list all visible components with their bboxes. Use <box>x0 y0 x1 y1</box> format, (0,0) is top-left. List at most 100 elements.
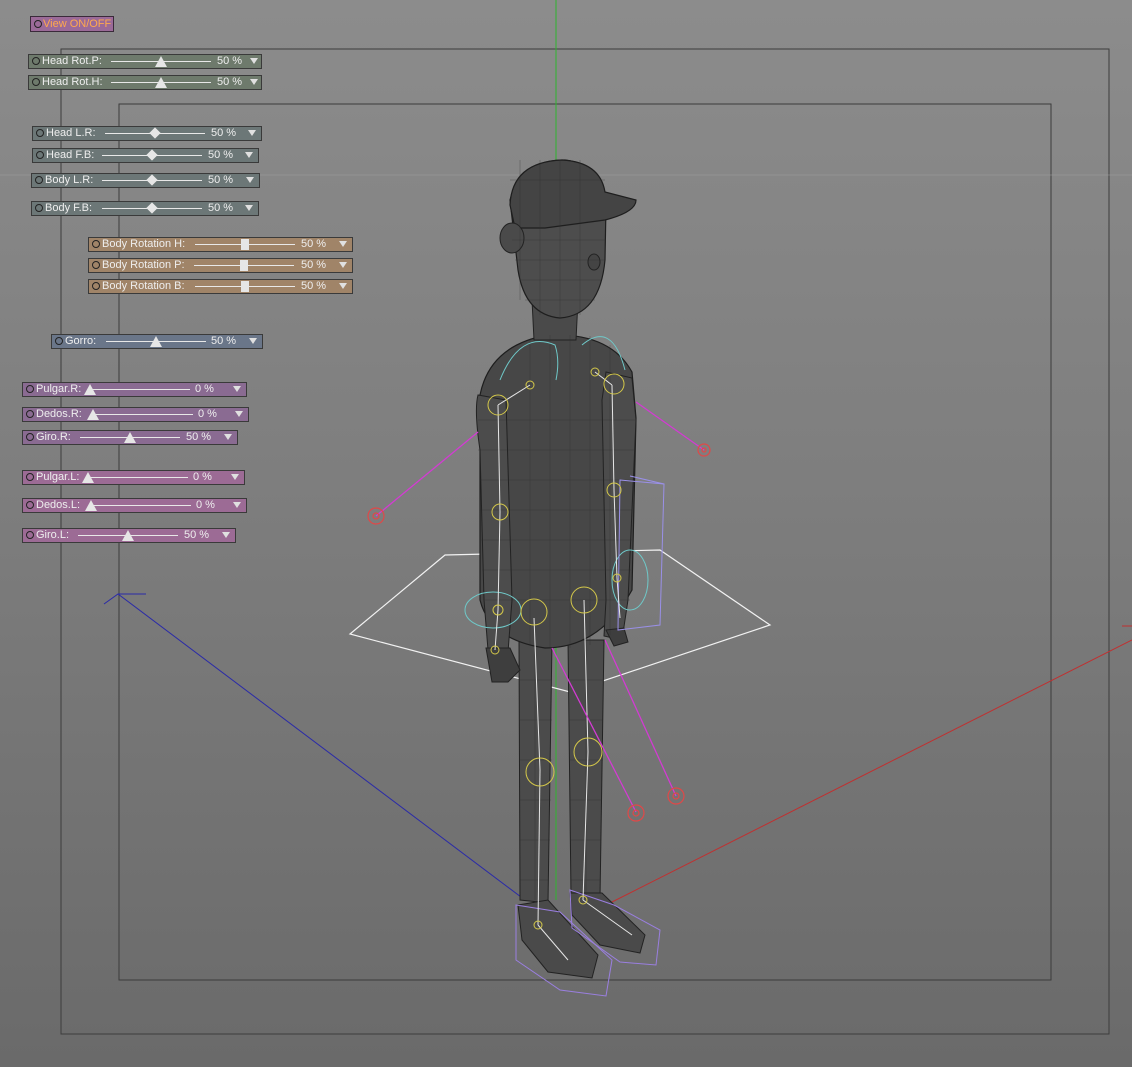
radio-icon <box>35 176 43 184</box>
slider-value: 50 % <box>208 202 234 214</box>
view-toggle-label: View ON/OFF <box>43 18 112 30</box>
slider-head-lr[interactable]: Head L.R: 50 % <box>32 126 262 141</box>
radio-icon <box>92 282 100 290</box>
dropdown-arrow-icon[interactable] <box>339 241 347 247</box>
slider-thumb[interactable] <box>82 472 94 483</box>
slider-label: Body Rotation P: <box>102 259 185 271</box>
dropdown-arrow-icon[interactable] <box>246 177 254 183</box>
slider-value: 50 % <box>301 259 327 271</box>
slider-label: Head L.R: <box>46 127 96 139</box>
radio-icon <box>26 473 34 481</box>
slider-value: 0 % <box>196 499 215 511</box>
radio-icon <box>26 410 34 418</box>
character-mesh <box>475 159 646 979</box>
slider-giro-r[interactable]: Giro.R: 50 % <box>22 430 238 445</box>
slider-value: 50 % <box>217 55 243 67</box>
dropdown-arrow-icon[interactable] <box>224 434 232 440</box>
radio-icon <box>35 204 43 212</box>
slider-thumb[interactable] <box>146 174 158 186</box>
slider-label: Body Rotation B: <box>102 280 185 292</box>
slider-thumb[interactable] <box>241 239 249 250</box>
radio-icon <box>32 57 40 65</box>
dropdown-arrow-icon[interactable] <box>233 386 241 392</box>
slider-thumb[interactable] <box>149 127 161 139</box>
slider-value: 0 % <box>195 383 214 395</box>
slider-value: 50 % <box>301 238 327 250</box>
radio-icon <box>92 240 100 248</box>
dropdown-arrow-icon[interactable] <box>222 532 230 538</box>
slider-body-rotation-h[interactable]: Body Rotation H: 50 % <box>88 237 353 252</box>
slider-head-fb[interactable]: Head F.B: 50 % <box>32 148 259 163</box>
slider-label: Body Rotation H: <box>102 238 186 250</box>
slider-thumb[interactable] <box>146 149 158 161</box>
slider-thumb[interactable] <box>84 384 96 395</box>
slider-pulgar-l[interactable]: Pulgar.L: 0 % <box>22 470 245 485</box>
slider-value: 50 % <box>208 149 234 161</box>
dropdown-arrow-icon[interactable] <box>233 502 241 508</box>
slider-giro-l[interactable]: Giro.L: 50 % <box>22 528 236 543</box>
slider-value: 0 % <box>198 408 217 420</box>
slider-label: Pulgar.R: <box>36 383 82 395</box>
slider-label: Head Rot.H: <box>42 76 103 88</box>
dropdown-arrow-icon[interactable] <box>248 130 256 136</box>
dropdown-arrow-icon[interactable] <box>249 338 257 344</box>
slider-thumb[interactable] <box>124 432 136 443</box>
radio-icon <box>32 78 40 86</box>
dropdown-arrow-icon[interactable] <box>231 474 239 480</box>
dropdown-arrow-icon[interactable] <box>250 79 258 85</box>
slider-thumb[interactable] <box>241 281 249 292</box>
radio-icon <box>92 261 100 269</box>
dropdown-arrow-icon[interactable] <box>245 205 253 211</box>
slider-thumb[interactable] <box>146 202 158 214</box>
slider-track[interactable] <box>93 414 193 415</box>
radio-icon <box>26 433 34 441</box>
slider-label: Body L.R: <box>45 174 94 186</box>
slider-value: 50 % <box>208 174 234 186</box>
slider-label: Dedos.L: <box>36 499 81 511</box>
dropdown-arrow-icon[interactable] <box>235 411 243 417</box>
slider-dedos-l[interactable]: Dedos.L: 0 % <box>22 498 247 513</box>
slider-label: Head F.B: <box>46 149 95 161</box>
slider-label: Giro.R: <box>36 431 71 443</box>
slider-value: 50 % <box>184 529 210 541</box>
slider-thumb[interactable] <box>85 500 97 511</box>
slider-thumb[interactable] <box>150 336 162 347</box>
slider-body-fb[interactable]: Body F.B: 50 % <box>31 201 259 216</box>
dropdown-arrow-icon[interactable] <box>250 58 258 64</box>
slider-track[interactable] <box>91 505 191 506</box>
slider-label: Head Rot.P: <box>42 55 102 67</box>
slider-thumb[interactable] <box>240 260 248 271</box>
slider-pulgar-r[interactable]: Pulgar.R: 0 % <box>22 382 247 397</box>
slider-thumb[interactable] <box>155 56 167 67</box>
radio-icon <box>36 151 44 159</box>
toggle-radio-icon <box>34 20 42 28</box>
slider-value: 50 % <box>211 335 237 347</box>
slider-gorro[interactable]: Gorro: 50 % <box>51 334 263 349</box>
dropdown-arrow-icon[interactable] <box>339 262 347 268</box>
slider-track[interactable] <box>90 389 190 390</box>
slider-label: Body F.B: <box>45 202 93 214</box>
slider-label: Giro.L: <box>36 529 70 541</box>
x-axis-line <box>605 639 1132 906</box>
view-toggle-button[interactable]: View ON/OFF <box>30 16 114 32</box>
slider-dedos-r[interactable]: Dedos.R: 0 % <box>22 407 249 422</box>
dropdown-arrow-icon[interactable] <box>245 152 253 158</box>
radio-icon <box>26 385 34 393</box>
slider-body-rotation-p[interactable]: Body Rotation P: 50 % <box>88 258 353 273</box>
dropdown-arrow-icon[interactable] <box>339 283 347 289</box>
slider-track[interactable] <box>88 477 188 478</box>
slider-value: 50 % <box>211 127 237 139</box>
slider-value: 0 % <box>193 471 212 483</box>
slider-thumb[interactable] <box>155 77 167 88</box>
slider-thumb[interactable] <box>87 409 99 420</box>
slider-value: 50 % <box>301 280 327 292</box>
slider-body-rotation-b[interactable]: Body Rotation B: 50 % <box>88 279 353 294</box>
radio-icon <box>36 129 44 137</box>
slider-label: Gorro: <box>65 335 97 347</box>
slider-body-lr[interactable]: Body L.R: 50 % <box>31 173 260 188</box>
slider-head-rot-p[interactable]: Head Rot.P: 50 % <box>28 54 262 69</box>
slider-label: Pulgar.L: <box>36 471 80 483</box>
radio-icon <box>26 531 34 539</box>
slider-thumb[interactable] <box>122 530 134 541</box>
slider-head-rot-h[interactable]: Head Rot.H: 50 % <box>28 75 262 90</box>
